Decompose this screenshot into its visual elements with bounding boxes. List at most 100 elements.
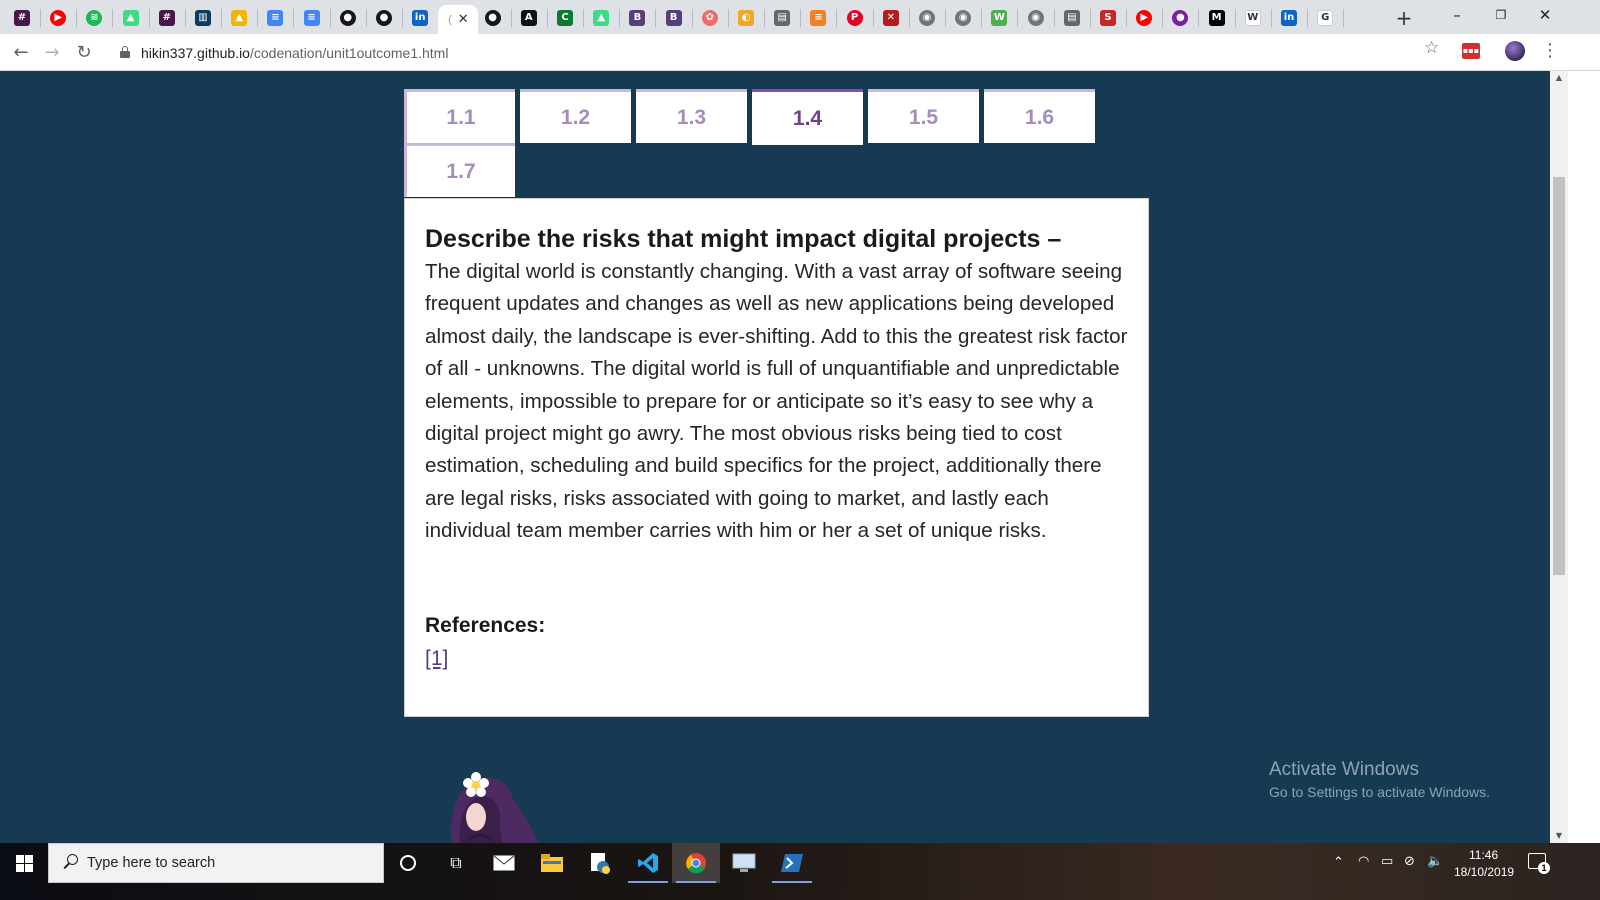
browser-tab[interactable]: S: [1094, 5, 1122, 31]
browser-tab[interactable]: ◉: [1022, 5, 1050, 31]
browser-tab[interactable]: W: [1239, 5, 1267, 31]
clock-time[interactable]: 11:46: [1469, 848, 1498, 862]
task-view-icon: ⧉: [450, 853, 462, 872]
page-scrollbar[interactable]: ▲ ▼: [1550, 71, 1568, 843]
python-app[interactable]: [576, 843, 624, 883]
scroll-down-arrow-icon[interactable]: ▼: [1550, 829, 1568, 843]
slack-icon: #: [14, 10, 30, 26]
bookmark-star-icon[interactable]: ☆: [1424, 38, 1439, 58]
cortana-button[interactable]: [384, 843, 432, 883]
tab-separator: [619, 9, 621, 27]
scroll-thumb[interactable]: [1553, 177, 1565, 575]
browser-tab[interactable]: ▥: [189, 5, 217, 31]
url-text[interactable]: hikin337.github.io/codenation/unit1outco…: [141, 45, 448, 61]
browser-tab[interactable]: ◐: [732, 5, 760, 31]
browser-tab[interactable]: #: [153, 5, 181, 31]
taskbar-search[interactable]: Type here to search: [48, 843, 384, 883]
restore-button[interactable]: ❐: [1478, 0, 1524, 30]
minimize-button[interactable]: –: [1434, 0, 1480, 30]
browser-tab[interactable]: in: [1275, 5, 1303, 31]
browser-tab[interactable]: ●: [370, 5, 398, 31]
powershell-app[interactable]: [768, 843, 816, 883]
youtube-icon: ▶: [50, 10, 67, 26]
browser-tab[interactable]: ≡: [261, 5, 289, 31]
python-icon: [591, 853, 610, 874]
show-hidden-icons[interactable]: ⌃: [1333, 855, 1344, 870]
browser-tab[interactable]: ●: [1166, 5, 1194, 31]
browser-tab[interactable]: G: [1311, 5, 1339, 31]
windows-taskbar: Type here to search ⧉ ⌃ ◠ ▭ ⊘ 🔈 11:46 18…: [0, 843, 1600, 900]
task-view-button[interactable]: ⧉: [432, 843, 480, 883]
browser-tab[interactable]: ✕: [877, 5, 905, 31]
anime-mascot-image: [450, 772, 539, 843]
tab-1-1[interactable]: 1.1: [404, 89, 515, 143]
extension-icon[interactable]: ▪▪▪: [1462, 43, 1480, 59]
tab-1-2[interactable]: 1.2: [520, 89, 631, 143]
display-settings-app[interactable]: [720, 843, 768, 883]
network-icon[interactable]: ⊘: [1404, 854, 1415, 869]
browser-tab[interactable]: ≡: [804, 5, 832, 31]
tab-separator: [691, 9, 693, 27]
tab-1-3[interactable]: 1.3: [636, 89, 747, 143]
browser-tab[interactable]: ●: [479, 5, 507, 31]
address-bar[interactable]: hikin337.github.io/codenation/unit1outco…: [106, 38, 1486, 67]
browser-tab[interactable]: ≡: [298, 5, 326, 31]
new-tab-button[interactable]: +: [1392, 6, 1416, 30]
clock-date[interactable]: 18/10/2019: [1454, 865, 1514, 879]
start-button[interactable]: [0, 843, 48, 883]
tab-separator: [1343, 9, 1345, 27]
browser-tab[interactable]: P: [841, 5, 869, 31]
browser-tab[interactable]: in: [406, 5, 434, 31]
windows-logo-icon: [15, 854, 33, 872]
url-path: /codenation/unit1outcome1.html: [249, 45, 449, 61]
browser-tab[interactable]: ✿: [696, 5, 724, 31]
tab-1-6[interactable]: 1.6: [984, 89, 1095, 143]
file-explorer-app[interactable]: [528, 843, 576, 883]
references-heading: References:: [425, 613, 546, 637]
reference-link[interactable]: [1]: [425, 642, 448, 676]
browser-tab[interactable]: M: [1203, 5, 1231, 31]
tab-separator: [655, 9, 657, 27]
browser-tab[interactable]: B: [623, 5, 651, 31]
forward-button[interactable]: →: [38, 39, 66, 67]
tab-1-5[interactable]: 1.5: [868, 89, 979, 143]
scroll-up-arrow-icon[interactable]: ▲: [1550, 71, 1568, 85]
browser-tab[interactable]: #: [8, 5, 36, 31]
battery-icon[interactable]: ▭: [1381, 854, 1393, 869]
tab-separator: [1198, 9, 1200, 27]
tab-1-4[interactable]: 1.4: [752, 89, 863, 145]
back-button[interactable]: ←: [7, 39, 35, 67]
browser-tab[interactable]: ▲: [225, 5, 253, 31]
circle-icon: ●: [1172, 10, 1189, 26]
volume-icon[interactable]: 🔈: [1427, 854, 1443, 869]
mail-app[interactable]: [480, 843, 528, 883]
browser-tab[interactable]: W: [985, 5, 1013, 31]
close-window-button[interactable]: ✕: [1522, 0, 1568, 30]
active-tab[interactable]: (✕: [438, 5, 479, 34]
browser-tab[interactable]: ●: [334, 5, 362, 31]
browser-tab[interactable]: C: [551, 5, 579, 31]
profile-avatar[interactable]: [1505, 41, 1525, 61]
browser-tab[interactable]: ▲: [587, 5, 615, 31]
github-icon: ●: [376, 10, 392, 26]
tab-separator: [583, 9, 584, 27]
browser-tab[interactable]: ▤: [1058, 5, 1086, 31]
browser-tab[interactable]: ◉: [949, 5, 977, 31]
browser-menu-icon[interactable]: ⋮: [1540, 41, 1560, 61]
chrome-app[interactable]: [672, 843, 720, 883]
reload-button[interactable]: ↻: [70, 39, 98, 67]
vscode-app[interactable]: [624, 843, 672, 883]
browser-tab[interactable]: ≋: [80, 5, 108, 31]
browser-tab[interactable]: ▲: [117, 5, 145, 31]
browser-tab[interactable]: ▤: [768, 5, 796, 31]
browser-tab[interactable]: A: [515, 5, 543, 31]
spotify-icon: ≋: [86, 10, 103, 26]
browser-tab[interactable]: B: [660, 5, 688, 31]
browser-tab[interactable]: ◉: [913, 5, 941, 31]
tab-separator: [1234, 9, 1236, 27]
tab-1-7[interactable]: 1.7: [404, 143, 515, 197]
wifi-icon[interactable]: ◠: [1358, 854, 1369, 869]
close-tab-icon[interactable]: ✕: [458, 12, 469, 27]
browser-tab[interactable]: ▶: [44, 5, 72, 31]
browser-tab[interactable]: ▶: [1130, 5, 1158, 31]
